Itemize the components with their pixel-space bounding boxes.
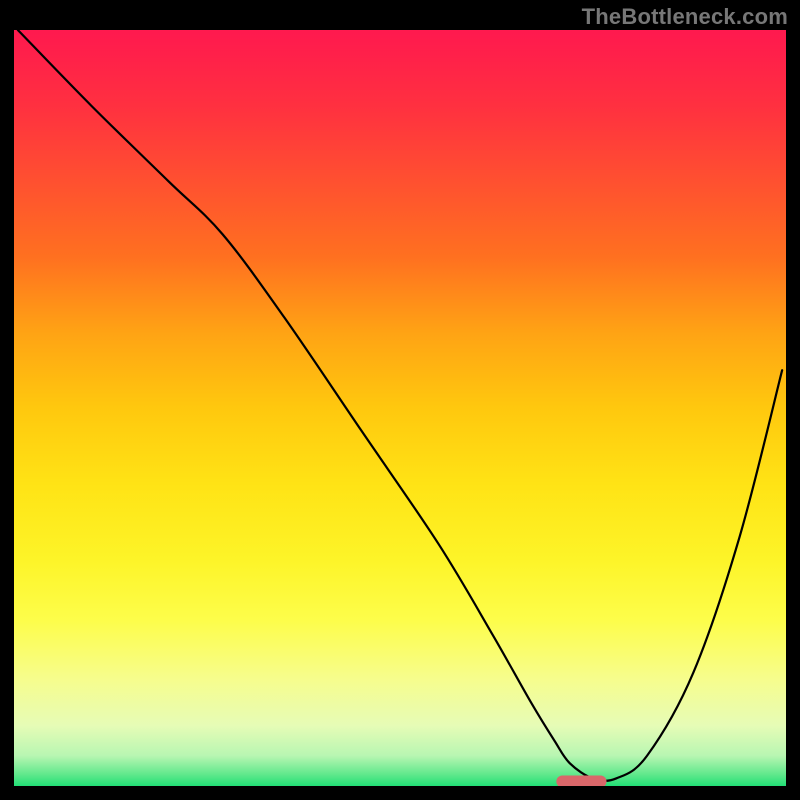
optimal-marker (556, 775, 606, 786)
bottleneck-chart (14, 30, 786, 786)
chart-frame (14, 30, 786, 786)
watermark-text: TheBottleneck.com (582, 4, 788, 30)
